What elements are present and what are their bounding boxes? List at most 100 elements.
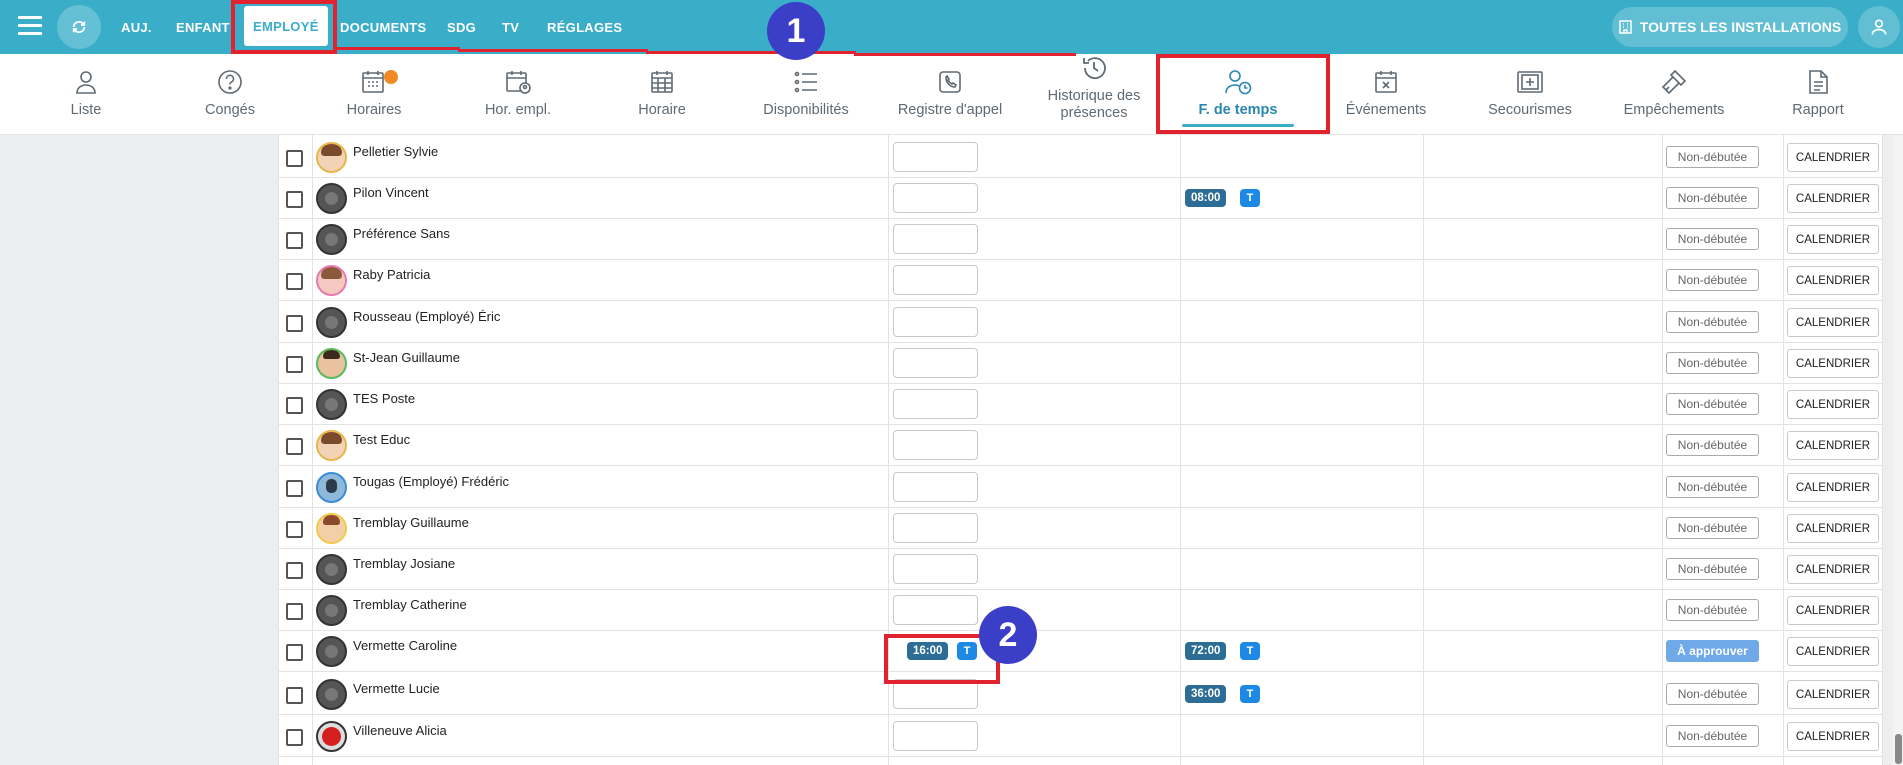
calendar-button[interactable]: CALENDRIER <box>1787 431 1879 460</box>
subnav-horaire[interactable]: Horaire <box>590 54 734 135</box>
hours-input[interactable] <box>893 389 978 419</box>
subnav-disponibilites[interactable]: Disponibilités <box>734 54 878 135</box>
building-icon <box>1619 20 1632 34</box>
employee-name: Pelletier Sylvie <box>353 144 439 159</box>
hours-input[interactable] <box>893 430 978 460</box>
row-checkbox[interactable] <box>286 729 303 746</box>
status-badge: Non-débutée <box>1666 393 1759 415</box>
row-checkbox[interactable] <box>286 687 303 704</box>
employee-name: Tremblay Catherine <box>353 597 467 612</box>
table-row: Tremblay Josiane Non-débutée CALENDRIER <box>278 549 1883 590</box>
row-checkbox[interactable] <box>286 397 303 414</box>
sub-nav: Liste Congés Horaires Hor. empl. Horaire… <box>0 54 1903 135</box>
subnav-f-de-temps[interactable]: F. de temps <box>1166 54 1310 135</box>
table-row: Vermette Caroline 16:00 T 72:00 T À approuver… <box>278 631 1883 672</box>
hours-input[interactable] <box>893 513 978 543</box>
row-checkbox[interactable] <box>286 315 303 332</box>
hours-input[interactable] <box>893 595 978 625</box>
employee-name: Vermette Lucie <box>353 681 440 696</box>
hours-input[interactable] <box>893 554 978 584</box>
hours-input[interactable] <box>893 265 978 295</box>
t-badge[interactable]: T <box>1240 189 1260 207</box>
week-hours-badge[interactable]: 08:00 <box>1185 189 1227 207</box>
hours-input[interactable] <box>893 721 978 751</box>
subnav-horaires[interactable]: Horaires <box>302 54 446 135</box>
subnav-hor-empl[interactable]: Hor. empl. <box>446 54 590 135</box>
topnav-auj[interactable]: AUJ. <box>121 0 152 54</box>
calendar-button[interactable]: CALENDRIER <box>1787 349 1879 378</box>
topnav-sdg[interactable]: SDG <box>447 0 476 54</box>
status-badge: Non-débutée <box>1666 311 1759 333</box>
topnav-enfant[interactable]: ENFANT <box>176 0 230 54</box>
row-checkbox[interactable] <box>286 521 303 538</box>
calendar-button[interactable]: CALENDRIER <box>1787 308 1879 337</box>
calendar-button[interactable]: CALENDRIER <box>1787 390 1879 419</box>
subnav-evenements[interactable]: Événements <box>1314 54 1458 135</box>
table-row: TES Poste Non-débutée CALENDRIER <box>278 384 1883 425</box>
day-hours-badge[interactable]: 16:00 <box>907 642 949 660</box>
calendar-grid-icon <box>651 71 673 93</box>
calendar-button[interactable]: CALENDRIER <box>1787 555 1879 584</box>
row-checkbox[interactable] <box>286 273 303 290</box>
avatar <box>316 224 347 255</box>
subnav-conges[interactable]: Congés <box>158 54 302 135</box>
t-badge[interactable]: T <box>957 642 977 660</box>
calendar-button[interactable]: CALENDRIER <box>1787 596 1879 625</box>
vertical-scrollbar[interactable] <box>1893 135 1903 765</box>
t-badge[interactable]: T <box>1240 642 1260 660</box>
employee-name: Tremblay Josiane <box>353 556 456 571</box>
calendar-button[interactable]: CALENDRIER <box>1787 514 1879 543</box>
calendar-button[interactable]: CALENDRIER <box>1787 143 1879 172</box>
calendar-button[interactable]: CALENDRIER <box>1787 722 1879 751</box>
calendar-button[interactable]: CALENDRIER <box>1787 680 1879 709</box>
hours-input[interactable] <box>893 679 978 709</box>
status-badge[interactable]: À approuver <box>1666 640 1759 662</box>
menu-icon[interactable] <box>18 16 42 36</box>
subnav-empechements[interactable]: Empêchements <box>1602 54 1746 135</box>
subnav-rapport[interactable]: Rapport <box>1746 54 1890 135</box>
calendar-button[interactable]: CALENDRIER <box>1787 184 1879 213</box>
calendar-button[interactable]: CALENDRIER <box>1787 266 1879 295</box>
hours-input[interactable] <box>893 142 978 172</box>
row-checkbox[interactable] <box>286 191 303 208</box>
week-hours-badge[interactable]: 36:00 <box>1185 685 1227 703</box>
row-checkbox[interactable] <box>286 644 303 661</box>
row-checkbox[interactable] <box>286 603 303 620</box>
subnav-historique[interactable]: Historique des présences <box>1022 54 1166 135</box>
document-icon <box>1809 70 1828 94</box>
row-checkbox[interactable] <box>286 150 303 167</box>
subnav-liste[interactable]: Liste <box>14 54 158 135</box>
t-badge[interactable]: T <box>1240 685 1260 703</box>
hours-input[interactable] <box>893 307 978 337</box>
table-row: Rousseau (Employé) Éric Non-débutée CALEND… <box>278 302 1883 343</box>
row-checkbox[interactable] <box>286 438 303 455</box>
avatar <box>316 513 347 544</box>
row-checkbox[interactable] <box>286 356 303 373</box>
all-installations-button[interactable]: TOUTES LES INSTALLATIONS <box>1612 7 1848 47</box>
employee-name: Vermette Caroline <box>353 638 458 653</box>
table-row: Tremblay Guillaume Non-débutée CALENDRIER <box>278 508 1883 549</box>
table-row: St-Jean Guillaume Non-débutée CALENDRIER <box>278 343 1883 384</box>
topnav-documents[interactable]: DOCUMENTS <box>340 0 426 54</box>
hours-input[interactable] <box>893 224 978 254</box>
subnav-registre-appel[interactable]: Registre d'appel <box>878 54 1022 135</box>
topnav-tv[interactable]: TV <box>502 0 519 54</box>
topnav-employe[interactable]: EMPLOYÉ <box>244 6 328 46</box>
calendar-button[interactable]: CALENDRIER <box>1787 473 1879 502</box>
avatar <box>316 595 347 626</box>
row-checkbox[interactable] <box>286 562 303 579</box>
subnav-secourismes[interactable]: Secourismes <box>1458 54 1602 135</box>
row-checkbox[interactable] <box>286 480 303 497</box>
row-checkbox[interactable] <box>286 232 303 249</box>
hours-input[interactable] <box>893 472 978 502</box>
refresh-button[interactable] <box>57 5 101 49</box>
scrollbar-thumb[interactable] <box>1895 734 1902 764</box>
hours-input[interactable] <box>893 348 978 378</box>
calendar-button[interactable]: CALENDRIER <box>1787 225 1879 254</box>
week-hours-badge[interactable]: 72:00 <box>1185 642 1227 660</box>
all-installations-label: TOUTES LES INSTALLATIONS <box>1639 19 1842 35</box>
user-button[interactable] <box>1858 6 1900 48</box>
topnav-reglages[interactable]: RÉGLAGES <box>547 0 622 54</box>
hours-input[interactable] <box>893 183 978 213</box>
calendar-button[interactable]: CALENDRIER <box>1787 637 1879 666</box>
